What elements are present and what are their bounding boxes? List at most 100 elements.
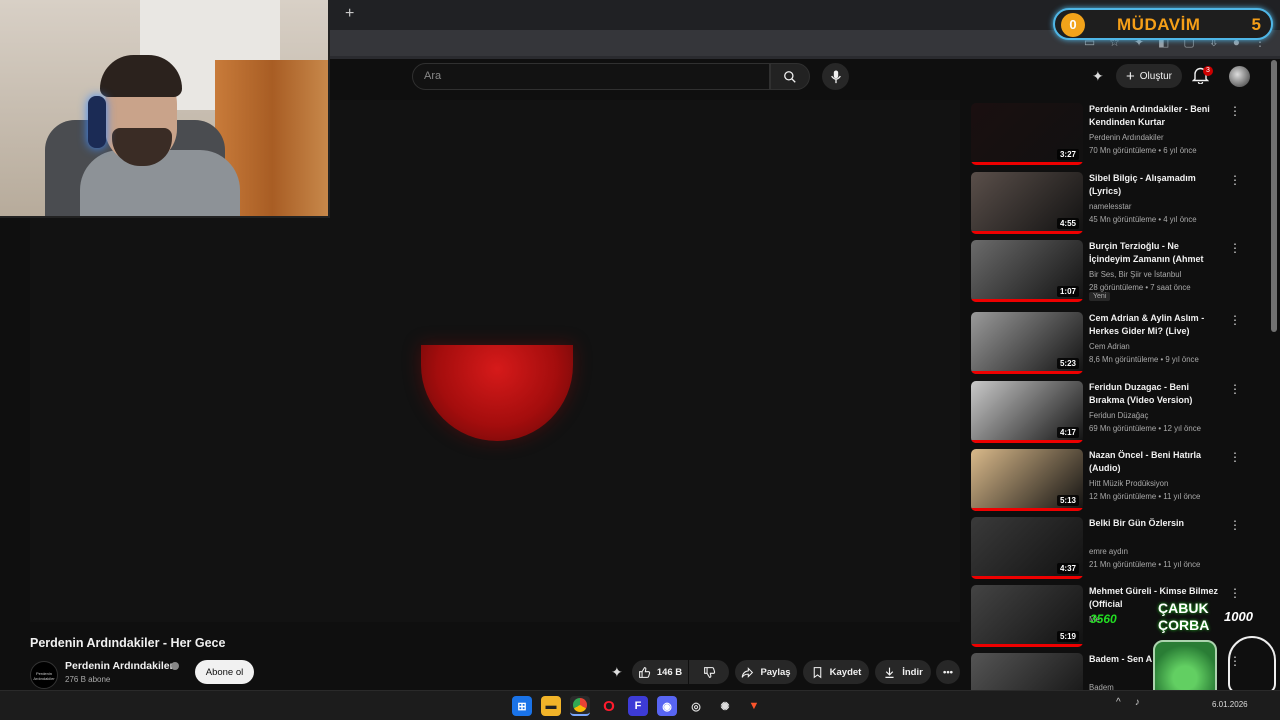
recommendation-channel[interactable]: Feridun Düzağaç (1089, 409, 1229, 422)
file-explorer-icon[interactable]: ▬ (541, 696, 561, 716)
dislike-button[interactable] (689, 660, 729, 684)
recommendation-title[interactable]: Nazan Öncel - Beni Hatırla (Audio) (1089, 449, 1221, 475)
recommendation-title[interactable]: Cem Adrian & Aylin Aslım - Herkes Gider … (1089, 312, 1221, 338)
video-thumbnail[interactable]: 4:37 (971, 517, 1083, 579)
like-button[interactable]: 146 B (632, 660, 688, 684)
recommendation-item[interactable]: 3:27 Perdenin Ardındakiler - Beni Kendind… (971, 103, 1261, 167)
recommendation-item[interactable]: 4:17 Feridun Duzagac - Beni Bırakma (Vide… (971, 381, 1261, 445)
windows-start-icon[interactable]: ⊞ (512, 696, 532, 716)
save-label: Kaydet (829, 666, 862, 678)
obs-icon[interactable]: ◎ (686, 696, 706, 716)
new-badge: Yeni (1089, 292, 1111, 301)
more-vertical-icon[interactable]: ⋮ (1229, 105, 1241, 117)
more-vertical-icon[interactable]: ⋮ (1229, 314, 1241, 326)
scrollbar[interactable] (1271, 60, 1277, 332)
video-thumbnail[interactable]: 1:07 (971, 240, 1083, 302)
share-label: Paylaş (760, 666, 791, 678)
save-button[interactable]: Kaydet (803, 660, 869, 684)
recommendation-item[interactable]: 5:23 Cem Adrian & Aylin Aslım - Herkes Gi… (971, 312, 1261, 376)
watch-progress-bar (971, 371, 1083, 374)
duration-badge: 1:07 (1056, 286, 1079, 297)
bookmark-icon (813, 666, 821, 678)
recommendation-channel[interactable]: Bir Ses, Bir Şiir ve İstanbul (1089, 268, 1229, 281)
recommendation-item[interactable]: 4:55 Sibel Bilgiç - Alışamadım (Lyrics) na… (971, 172, 1261, 236)
stream-label-line2: ÇORBA (1158, 617, 1210, 633)
recommendation-stats: 28 görüntüleme • 7 saat önce (1089, 283, 1191, 292)
sparkle-icon[interactable]: ✦ (1092, 68, 1104, 85)
channel-name[interactable]: Perdenin Ardındakiler (65, 660, 174, 672)
stream-label-line1: ÇABUK (1158, 600, 1209, 616)
recommendation-channel[interactable]: namelesstar (1089, 200, 1229, 213)
thumbs-up-icon (638, 666, 650, 678)
video-thumbnail[interactable]: 3:27 (971, 103, 1083, 165)
watch-progress-bar (971, 162, 1083, 165)
create-label: Oluştur (1139, 70, 1172, 82)
watch-progress-bar (971, 231, 1083, 234)
chevron-up-icon[interactable]: ^ (1116, 697, 1121, 708)
microphone-icon[interactable]: ♪ (1135, 697, 1140, 708)
sparkle-icon[interactable]: ✦ (611, 664, 623, 681)
more-actions-button[interactable]: ••• (936, 660, 960, 684)
opera-icon[interactable]: O (599, 696, 619, 716)
account-avatar[interactable] (1229, 66, 1250, 87)
notification-count-badge: 3 (1203, 66, 1213, 76)
video-thumbnail[interactable]: 5:19 (971, 585, 1083, 647)
recommendation-item[interactable]: 4:37 Belki Bir Gün Özlersin emre aydın 21 M… (971, 517, 1261, 581)
browser-divider (330, 56, 1280, 59)
duration-badge: 3:27 (1056, 149, 1079, 160)
watch-progress-bar (971, 576, 1083, 579)
subscriber-count: 276 B abone (65, 675, 111, 684)
stream-label: ÇABUK ÇORBA (1158, 600, 1209, 634)
watch-progress-bar (971, 508, 1083, 511)
recommendation-title[interactable]: Belki Bir Gün Özlersin (1089, 517, 1221, 530)
recommendation-channel[interactable]: Perdenin Ardındakiler (1089, 131, 1229, 144)
more-vertical-icon[interactable]: ⋮ (1229, 383, 1241, 395)
recommendation-channel[interactable]: Hitt Müzik Prodüksiyon (1089, 477, 1229, 490)
share-button[interactable]: Paylaş (735, 660, 797, 684)
stream-count: 3560 (1090, 612, 1117, 626)
recommendation-title[interactable]: Burçin Terzioğlu - Ne İçindeyim Zamanın … (1089, 240, 1221, 266)
search-input[interactable]: Ara (412, 63, 770, 90)
video-thumbnail[interactable]: 4:17 (971, 381, 1083, 443)
recommendation-stats: 12 Mn görüntüleme • 11 yıl önce (1089, 492, 1201, 501)
app-icon[interactable]: F (628, 696, 648, 716)
video-thumbnail[interactable]: 5:23 (971, 312, 1083, 374)
recommendation-channel[interactable]: Cem Adrian (1089, 340, 1229, 353)
watch-progress-bar (971, 440, 1083, 443)
download-icon (885, 667, 894, 678)
more-vertical-icon[interactable]: ⋮ (1229, 451, 1241, 463)
recommendation-title[interactable]: Sibel Bilgiç - Alışamadım (Lyrics) (1089, 172, 1221, 198)
create-button[interactable]: + Oluştur (1116, 64, 1182, 88)
astronaut-graphic (1228, 636, 1276, 694)
recommendation-stats: 8,6 Mn görüntüleme • 9 yıl önce (1089, 355, 1199, 364)
webcam-headset (88, 96, 106, 148)
search-button[interactable] (770, 63, 810, 90)
subscribe-button[interactable]: Abone ol (195, 660, 254, 684)
more-vertical-icon[interactable]: ⋮ (1229, 242, 1241, 254)
like-count: 146 B (656, 666, 683, 678)
recommendation-title[interactable]: Feridun Duzagac - Beni Bırakma (Video Ve… (1089, 381, 1221, 407)
video-thumbnail[interactable]: 4:55 (971, 172, 1083, 234)
duration-badge: 4:37 (1056, 563, 1079, 574)
brave-icon[interactable]: ▼ (744, 696, 764, 716)
more-vertical-icon[interactable]: ⋮ (1229, 174, 1241, 186)
discord-icon[interactable]: ◉ (657, 696, 677, 716)
voice-search-button[interactable] (822, 63, 849, 90)
more-vertical-icon[interactable]: ⋮ (1229, 519, 1241, 531)
duration-badge: 5:13 (1056, 495, 1079, 506)
chatgpt-icon[interactable]: ✺ (715, 696, 735, 716)
recommendation-channel[interactable]: emre aydın (1089, 545, 1229, 558)
plus-icon: + (1126, 67, 1135, 85)
recommendation-stats: 69 Mn görüntüleme • 12 yıl önce (1089, 424, 1201, 433)
recommendation-item[interactable]: 1:07 Burçin Terzioğlu - Ne İçindeyim Zama… (971, 240, 1261, 304)
new-tab-button[interactable]: + (345, 5, 354, 23)
channel-avatar[interactable]: Perdenin Ardındakiler (30, 661, 58, 689)
video-thumbnail[interactable]: 5:13 (971, 449, 1083, 511)
download-button[interactable]: İndir (875, 660, 931, 684)
recommendation-item[interactable]: 5:13 Nazan Öncel - Beni Hatırla (Audio) Hi… (971, 449, 1261, 513)
chrome-icon[interactable] (570, 696, 590, 716)
download-label: İndir (902, 666, 923, 678)
watch-progress-bar (971, 299, 1083, 302)
microphone-icon (830, 69, 841, 83)
recommendation-title[interactable]: Perdenin Ardındakiler - Beni Kendinden K… (1089, 103, 1221, 129)
